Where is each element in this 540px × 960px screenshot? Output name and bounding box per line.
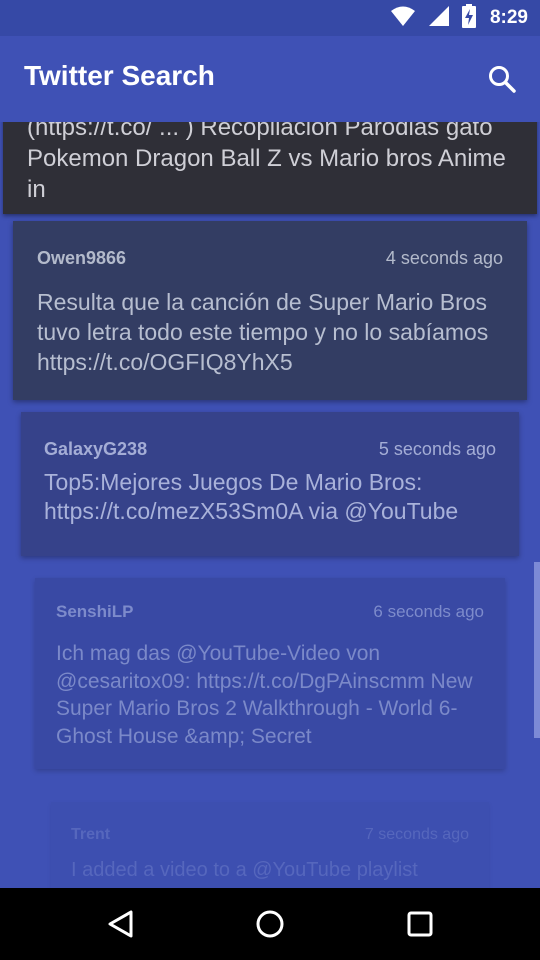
tweet-timestamp: 6 seconds ago	[373, 602, 484, 621]
tweet-card[interactable]: Owen9866 4 seconds ago Resulta que la ca…	[13, 221, 527, 400]
search-icon	[489, 66, 516, 93]
scrollbar[interactable]	[534, 562, 540, 738]
clock: 8:29	[489, 7, 528, 28]
tweet-card[interactable]: SenshiLP 6 seconds ago Ich mag das @YouT…	[35, 578, 505, 769]
tweet-text: Top5:Mejores Juegos De Mario Bros: https…	[44, 469, 459, 524]
tweet-username: Owen9866	[37, 248, 127, 268]
tweet-username: GalaxyG238	[44, 439, 148, 459]
tweet-text: Ich mag das @YouTube-Video von @cesarito…	[56, 642, 473, 748]
tweet-card[interactable]: (https://t.co/ ... ) Recopilación Parodi…	[3, 122, 537, 214]
recents-button[interactable]	[398, 902, 442, 946]
app-bar: Twitter Search	[0, 36, 540, 122]
tweet-timestamp: 5 seconds ago	[378, 439, 496, 459]
tweet-text: Resulta que la canción de Super Mario Br…	[37, 289, 489, 375]
tweet-card[interactable]: GalaxyG238 5 seconds ago Top5:Mejores Ju…	[21, 412, 519, 556]
search-button[interactable]	[484, 61, 520, 97]
tweet-card[interactable]: Trent 7 seconds ago I added a video to a…	[51, 802, 489, 888]
navigation-bar	[0, 888, 540, 960]
tweet-timestamp: 4 seconds ago	[385, 248, 503, 268]
tweet-text: I added a video to a @YouTube playlist	[71, 859, 418, 881]
tweet-text: (https://t.co/ ... ) Recopilación Parodi…	[27, 122, 506, 203]
wifi-icon	[390, 5, 416, 32]
tweet-username: SenshiLP	[56, 602, 134, 621]
status-bar: 8:29	[0, 0, 540, 36]
tweet-timestamp: 7 seconds ago	[364, 826, 469, 843]
home-button[interactable]	[248, 902, 292, 946]
app-title: Twitter Search	[24, 60, 215, 91]
tweet-list[interactable]: (https://t.co/ ... ) Recopilación Parodi…	[0, 122, 540, 888]
signal-icon	[428, 5, 450, 32]
recents-icon	[407, 911, 433, 937]
battery-charging-icon	[461, 3, 476, 33]
back-button[interactable]	[98, 902, 142, 946]
home-icon	[256, 910, 284, 938]
tweet-username: Trent	[71, 826, 111, 843]
back-icon	[108, 910, 133, 938]
